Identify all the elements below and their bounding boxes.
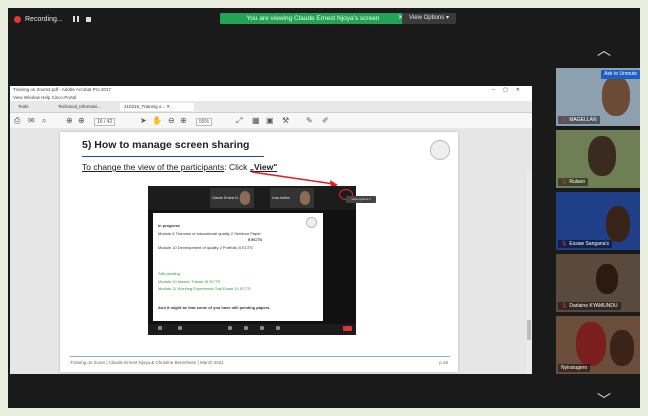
- slide-page-number: p.16: [439, 360, 448, 365]
- participant-name: Nyirarugero: [558, 364, 591, 372]
- participant-name: 🎙 Essaw Sangana's: [558, 240, 612, 248]
- ask-to-unmute-button[interactable]: Ask to Unmute: [601, 70, 640, 79]
- pen-icon[interactable]: ✐: [322, 116, 329, 126]
- pause-recording-icon[interactable]: [72, 16, 79, 22]
- mail-icon[interactable]: ✉: [28, 116, 35, 126]
- page-down-icon[interactable]: ⊕: [78, 116, 85, 126]
- fit-icon[interactable]: ⤢: [236, 116, 242, 126]
- embedded-tile: Claude Ernest N...: [210, 188, 254, 208]
- tools-icon[interactable]: ⚒: [282, 116, 289, 126]
- chevron-down-icon[interactable]: ﹀: [594, 390, 614, 408]
- embedded-tile: Lina Kathm: [270, 188, 314, 208]
- embedded-line: Module 10 Master Thesis 15 ECTS: [158, 279, 221, 284]
- footer-rule: [70, 356, 450, 357]
- embedded-controls: [148, 324, 356, 335]
- hand-icon[interactable]: ✋: [152, 116, 162, 126]
- embedded-zoom-screenshot: Claude Ernest N... Lina Kathm View optio…: [148, 186, 376, 335]
- embedded-line: And it might be that some of you have st…: [158, 305, 271, 310]
- record-dot-icon: [14, 15, 21, 23]
- recording-label: Recording...: [25, 15, 63, 23]
- embedded-line: In progress: [158, 223, 180, 228]
- viewing-screen-banner: You are viewing Claude Ernest Njoya's sc…: [220, 13, 406, 24]
- embedded-line: 5 ECTS: [248, 237, 263, 242]
- document-page-area[interactable]: 5) How to manage screen sharing To chang…: [10, 128, 532, 374]
- participant-tile[interactable]: Ask to Unmute 🎙 MAGELLAN: [556, 68, 640, 126]
- embedded-line: Module 10 Development of quality 2 Portf…: [158, 245, 253, 250]
- participant-gallery: Ask to Unmute 🎙 MAGELLAN 🎙 Rulavo 🎙 Essaw S…: [556, 68, 640, 382]
- chevron-up-icon[interactable]: ︿: [594, 40, 614, 60]
- participant-name: 🎙 Rulavo: [558, 178, 588, 186]
- embedded-line: Module 11 Working Experience Oral Exam 1…: [158, 286, 251, 291]
- embedded-line: Still pending: [158, 271, 180, 276]
- embedded-end-button: [343, 326, 352, 331]
- window-controls[interactable]: –▢✕: [492, 86, 528, 94]
- zoom-window: Recording... You are viewing Claude Erne…: [8, 8, 640, 408]
- save-icon[interactable]: ⎙: [14, 116, 20, 126]
- participant-tile[interactable]: Nyirarugero: [556, 316, 640, 374]
- acrobat-title-bar: Training on Zoom2.pdf - Adobe Acrobat Pr…: [10, 86, 532, 94]
- embedded-view-button: View options ▾: [346, 196, 376, 203]
- top-bar: Recording... You are viewing Claude Erne…: [8, 8, 640, 30]
- acrobat-tabs: Tools Technical_Informati... 210315_Trai…: [10, 101, 532, 113]
- zoom-field[interactable]: 55%: [196, 118, 213, 126]
- tab-training[interactable]: 210315_Training o... ✕: [120, 103, 194, 111]
- view-options-button[interactable]: View Options ▾: [402, 13, 456, 24]
- zoom-out-icon[interactable]: ⊖: [168, 116, 175, 126]
- stop-recording-icon[interactable]: [85, 16, 91, 22]
- embedded-document: In progress Module 6 Theories of educati…: [153, 213, 323, 321]
- zoom-in-icon[interactable]: ⊕: [180, 116, 187, 126]
- muted-mic-icon: 🎙: [561, 117, 568, 123]
- participant-name: 🎙 MAGELLAN: [558, 116, 600, 124]
- page-up-icon[interactable]: ⊕: [66, 116, 73, 126]
- view-options-label: View Options: [409, 15, 445, 21]
- tab-tools[interactable]: Tools: [14, 103, 33, 111]
- tab-technical-informati[interactable]: Technical_Informati...: [54, 103, 105, 111]
- layout-icon[interactable]: ▦: [252, 116, 260, 126]
- search-icon[interactable]: ⌕: [42, 116, 46, 126]
- participant-name: 🎙 Darlaine KYAMUNDU: [558, 302, 621, 310]
- acrobat-title: Training on Zoom2.pdf - Adobe Acrobat Pr…: [13, 87, 111, 92]
- cursor-icon[interactable]: ➤: [140, 116, 147, 126]
- embedded-top-tiles: Claude Ernest N... Lina Kathm View optio…: [148, 186, 376, 210]
- participant-tile[interactable]: 🎙 Rulavo: [556, 130, 640, 188]
- embedded-line: Module 6 Theories of educational quality…: [158, 231, 261, 236]
- page-number-field[interactable]: 16 / 42: [94, 118, 116, 126]
- comment-icon[interactable]: ✎: [306, 116, 313, 126]
- participant-tile[interactable]: 🎙 Essaw Sangana's: [556, 192, 640, 250]
- acrobat-menu-bar[interactable]: View Window Help Cisco-Portal: [10, 94, 532, 101]
- embedded-logo-icon: [306, 217, 317, 228]
- pages-icon[interactable]: ▣: [266, 116, 274, 126]
- slide-footer: Training on Zoom | Claude Ernest Njoya &…: [70, 360, 224, 365]
- scrollbar[interactable]: [526, 170, 532, 374]
- slide-page: 5) How to manage screen sharing To chang…: [60, 132, 458, 372]
- recording-indicator: Recording...: [14, 13, 91, 25]
- viewing-screen-text: You are viewing Claude Ernest Njoya's sc…: [246, 15, 380, 22]
- shared-screen: Training on Zoom2.pdf - Adobe Acrobat Pr…: [10, 86, 532, 374]
- participant-tile[interactable]: 🎙 Darlaine KYAMUNDU: [556, 254, 640, 312]
